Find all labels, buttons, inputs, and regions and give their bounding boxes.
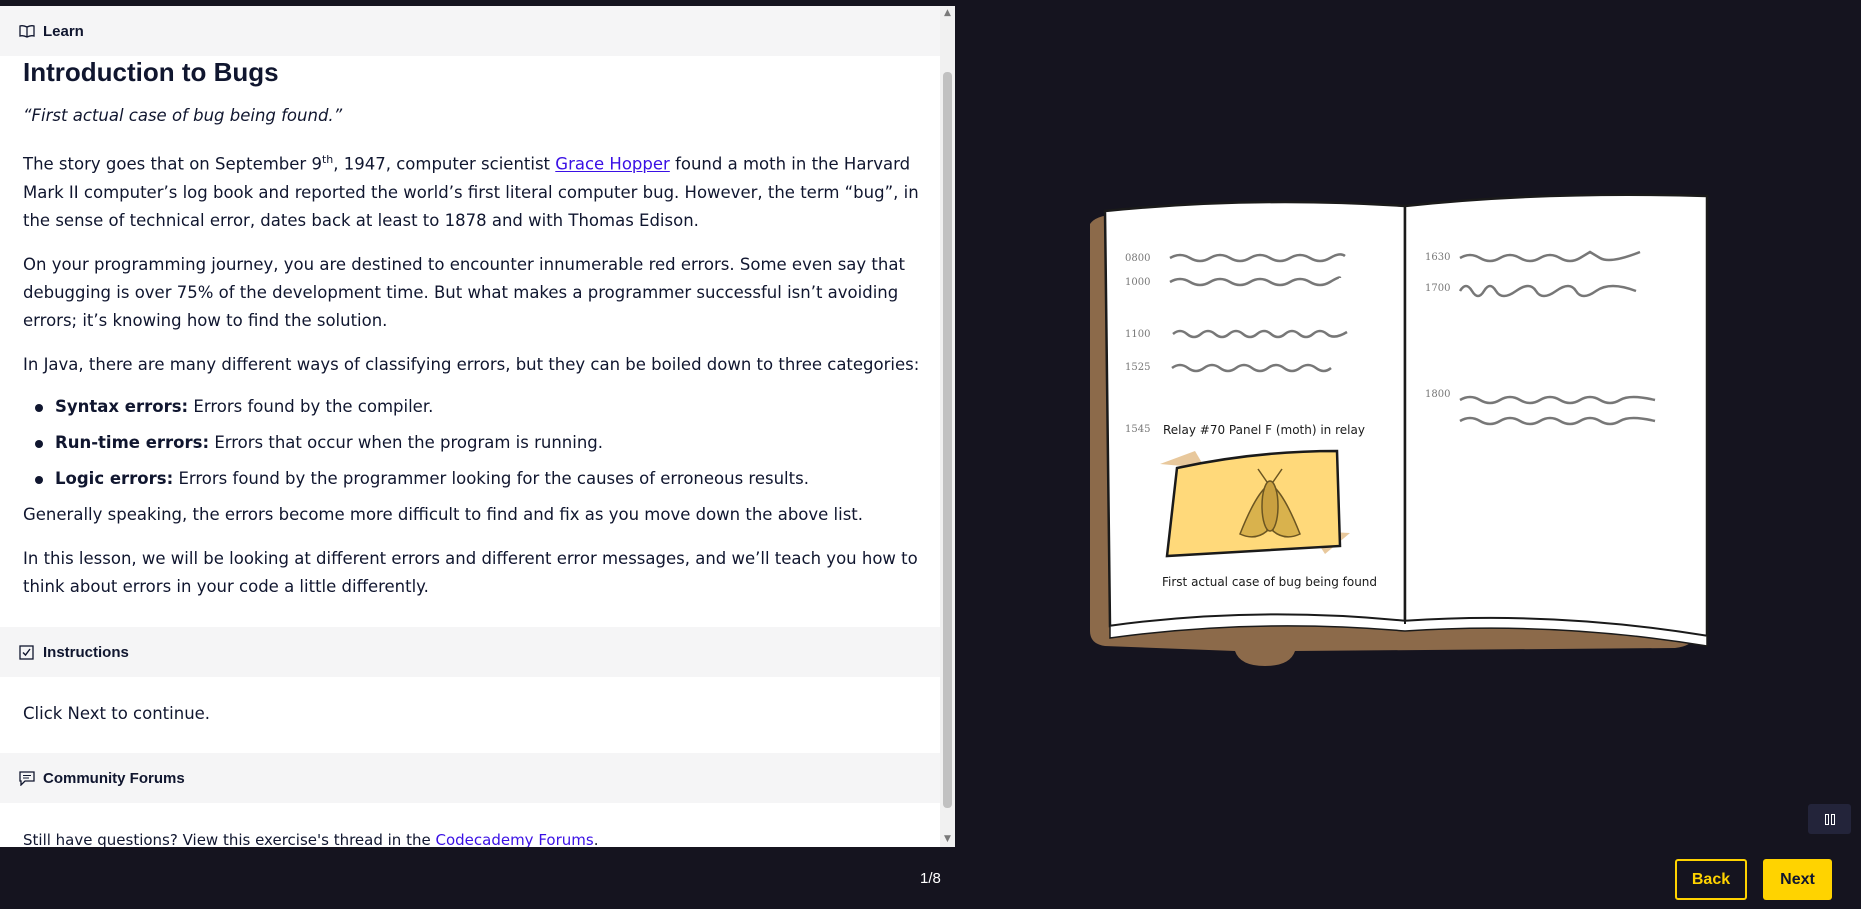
time-label: 0800: [1125, 253, 1150, 264]
lesson-scroll-area[interactable]: Learn Introduction to Bugs “First actual…: [0, 6, 940, 847]
bottom-bar: 1/8 Back Next: [0, 847, 1861, 909]
list-item-term: Run-time errors:: [55, 432, 210, 452]
paragraph-5: In this lesson, we will be looking at di…: [23, 548, 918, 596]
time-label: 1700: [1425, 283, 1450, 294]
pause-icon: [1824, 813, 1829, 825]
relay-note: Relay #70 Panel F (moth) in relay: [1163, 423, 1365, 437]
instructions-text: Click Next to continue.: [23, 704, 211, 723]
book-icon: [18, 23, 35, 40]
learn-section-header: Learn: [0, 6, 940, 56]
list-item: Syntax errors: Errors found by the compi…: [23, 393, 923, 421]
illustration-panel: 0800 1000 1100 1525 1545 1630 1700 1800 …: [955, 6, 1861, 847]
time-label: 1525: [1125, 362, 1150, 373]
scroll-up-arrow-icon[interactable]: ▲: [943, 9, 952, 18]
vertical-scrollbar[interactable]: ▲ ▼: [940, 6, 955, 847]
note-caption: First actual case of bug being found: [1162, 575, 1377, 589]
list-item-desc: Errors found by the compiler.: [188, 396, 434, 416]
p1-mid: , 1947, computer scientist: [333, 154, 556, 174]
forums-text-before: Still have questions? View this exercise…: [23, 831, 436, 847]
paragraph-3: In Java, there are many different ways o…: [23, 354, 920, 374]
codecademy-forums-link[interactable]: Codecademy Forums: [435, 831, 593, 847]
list-item: Run-time errors: Errors that occur when …: [23, 429, 923, 457]
lesson-panel: Learn Introduction to Bugs “First actual…: [0, 6, 955, 847]
left-page: [1103, 200, 1407, 628]
learn-header-label: Learn: [43, 22, 84, 40]
list-item-term: Logic errors:: [55, 468, 174, 488]
forums-header-label: Community Forums: [43, 769, 185, 787]
chat-icon: [18, 770, 35, 787]
lesson-quote: “First actual case of bug being found.”: [23, 106, 343, 125]
time-label: 1000: [1125, 277, 1150, 288]
lesson-content: Introduction to Bugs “First actual case …: [23, 56, 923, 601]
list-item-desc: Errors that occur when the program is ru…: [209, 432, 604, 452]
forums-text-after: .: [593, 831, 599, 847]
back-button[interactable]: Back: [1675, 859, 1747, 900]
forums-text: Still have questions? View this exercise…: [23, 826, 923, 847]
time-label: 1630: [1425, 252, 1450, 263]
time-label: 1545: [1125, 424, 1150, 435]
list-item: Logic errors: Errors found by the progra…: [23, 465, 923, 493]
paragraph-2: On your programming journey, you are des…: [23, 254, 905, 330]
next-button[interactable]: Next: [1763, 859, 1832, 900]
p1-sup: th: [321, 153, 334, 166]
lesson-title: Introduction to Bugs: [23, 57, 279, 87]
scroll-down-arrow-icon[interactable]: ▼: [943, 835, 952, 844]
grace-hopper-link[interactable]: Grace Hopper: [555, 155, 670, 174]
list-item-desc: Errors found by the programmer looking f…: [173, 468, 809, 488]
paragraph-4: Generally speaking, the errors become mo…: [23, 504, 864, 524]
error-category-list: Syntax errors: Errors found by the compi…: [23, 393, 923, 493]
instructions-section-header: Instructions: [0, 627, 940, 677]
instructions-header-label: Instructions: [43, 643, 129, 661]
checkbox-icon: [18, 644, 35, 661]
p1-before: The story goes that on September 9: [23, 154, 322, 174]
scrollbar-thumb[interactable]: [943, 72, 952, 808]
forums-section-header: Community Forums: [0, 753, 940, 803]
paragraph-1: The story goes that on September 9th, 19…: [23, 146, 923, 235]
time-label: 1100: [1125, 329, 1150, 340]
pause-animation-button[interactable]: [1808, 804, 1851, 834]
page-counter: 1/8: [920, 870, 941, 887]
time-label: 1800: [1425, 389, 1450, 400]
logbook-illustration: 0800 1000 1100 1525 1545 1630 1700 1800 …: [1090, 193, 1709, 666]
pause-icon-bar: [1830, 813, 1835, 825]
list-item-term: Syntax errors:: [55, 396, 189, 416]
